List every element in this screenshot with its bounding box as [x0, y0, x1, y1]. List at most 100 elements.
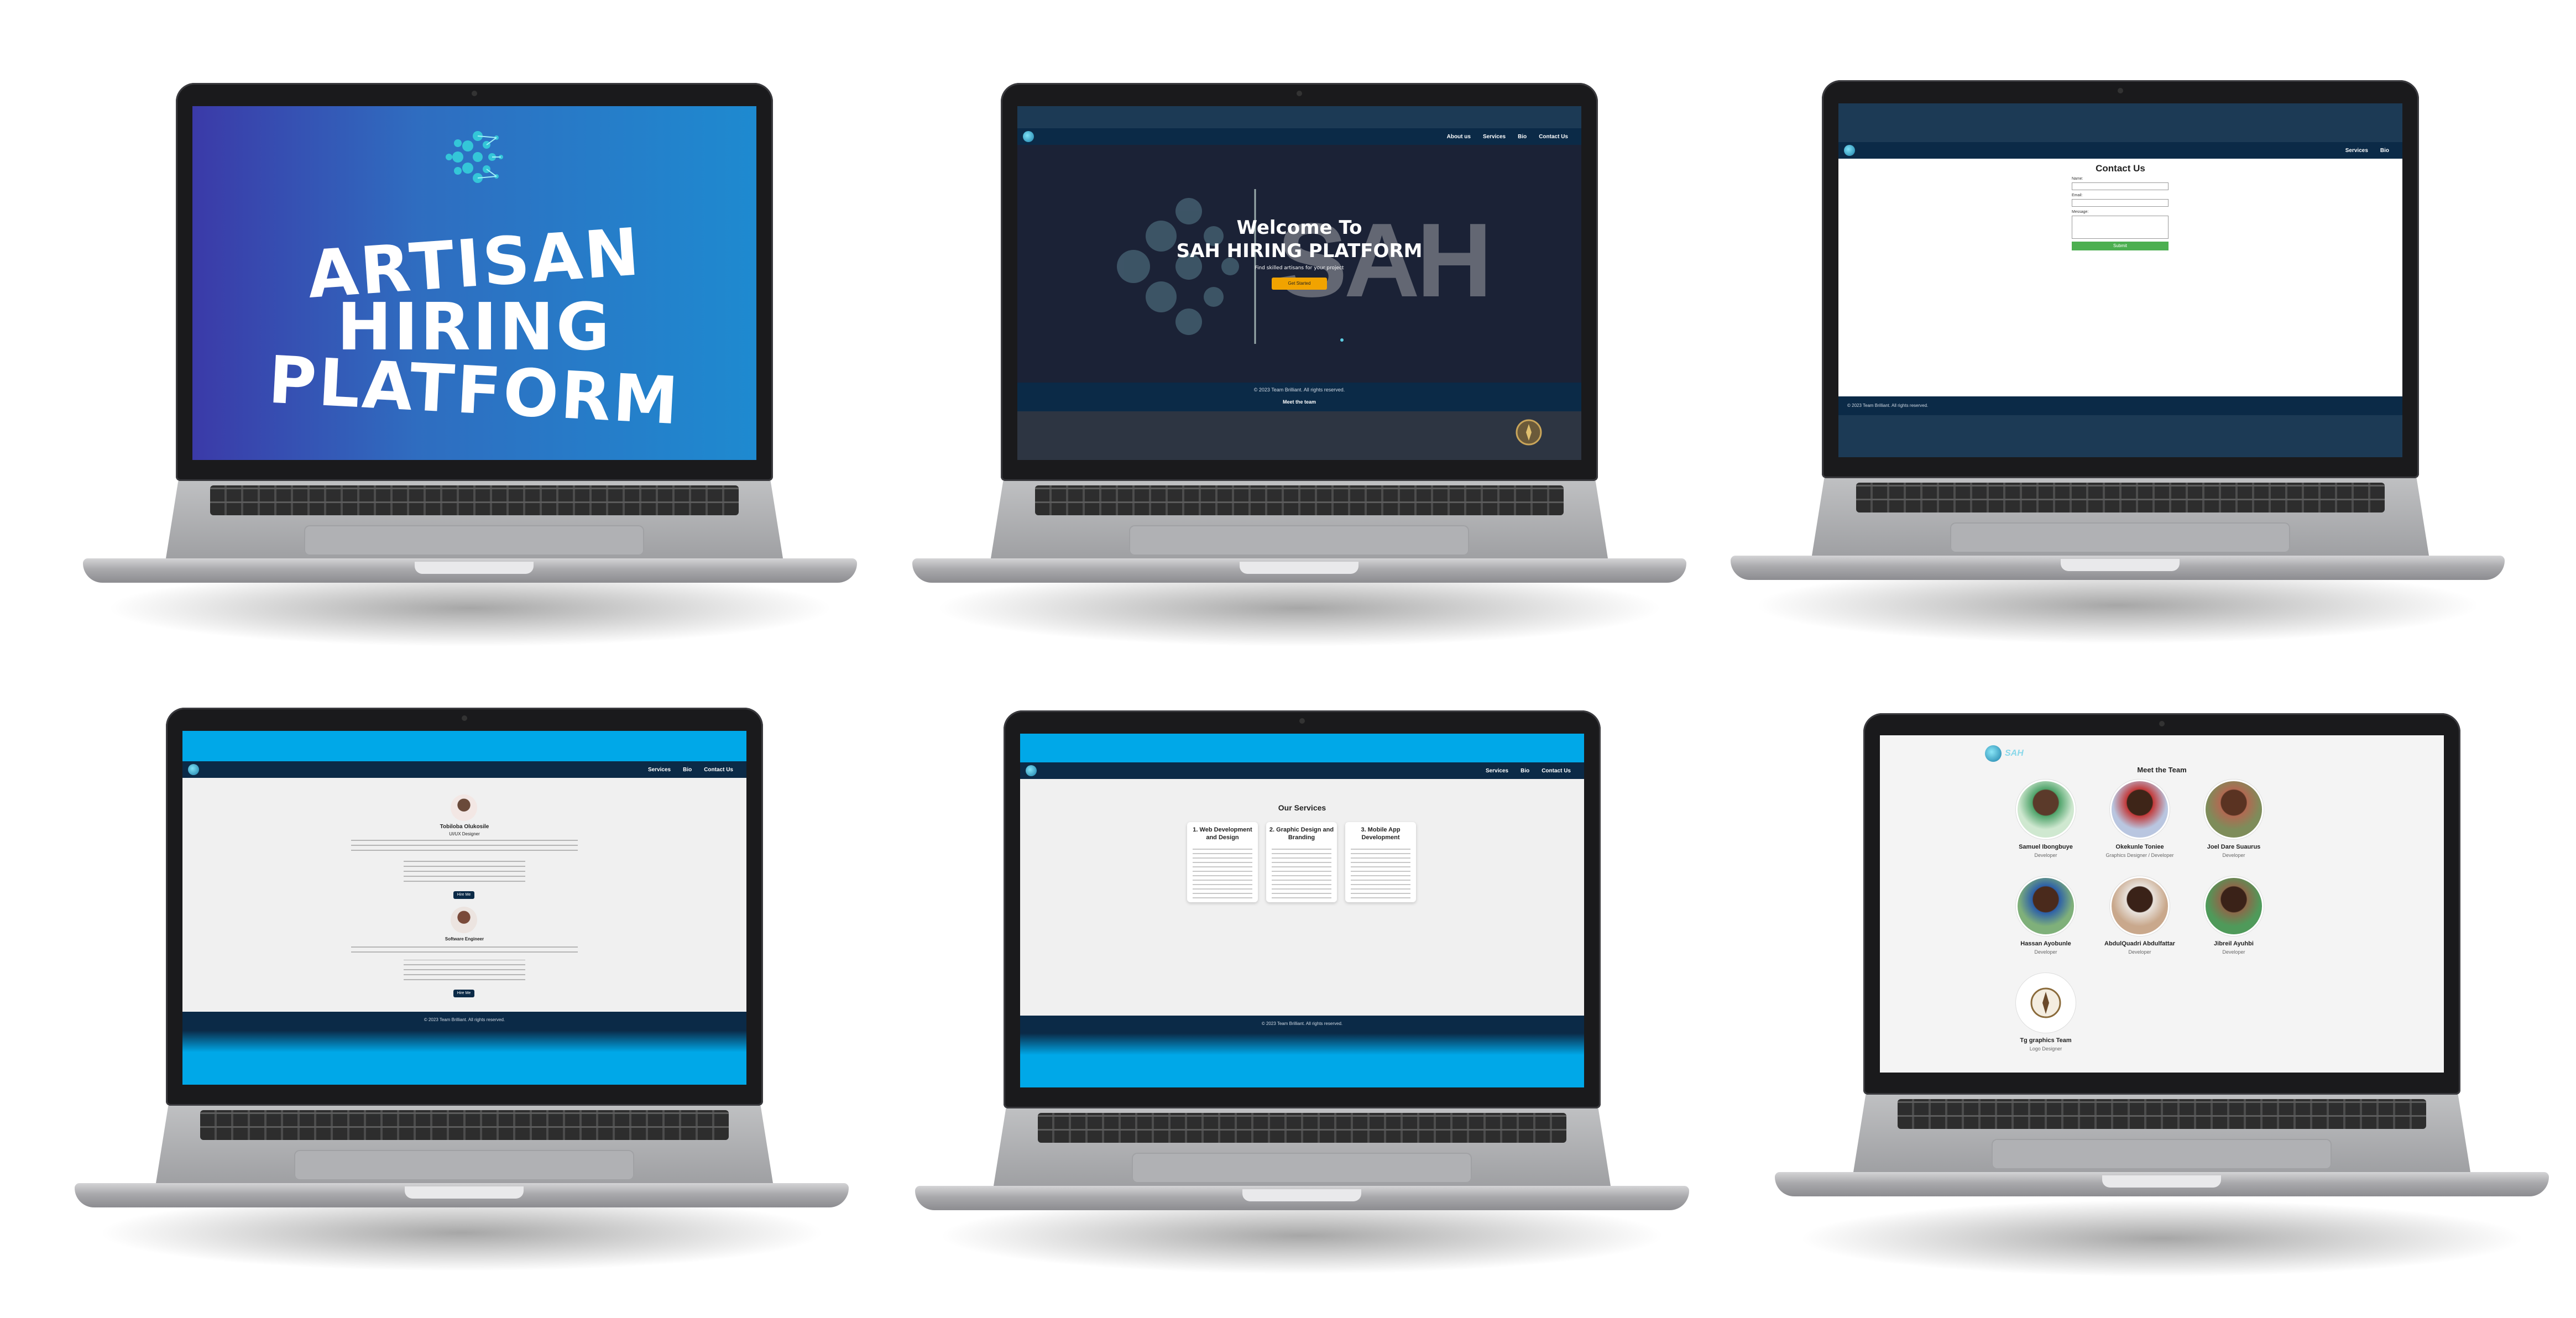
name-field[interactable] [2072, 182, 2169, 190]
email-field[interactable] [2072, 199, 2169, 207]
bottom-band [182, 1031, 746, 1085]
site-footer: © 2023 Team Brilliant. All rights reserv… [1838, 396, 2402, 415]
camera-icon [1297, 91, 1302, 96]
nav-logo-icon[interactable] [1023, 131, 1034, 142]
hero-heading-line-1: Welcome To [1236, 217, 1362, 239]
nav-services[interactable]: Services [1486, 768, 1508, 774]
trackpad [1950, 522, 2290, 553]
keyboard [1856, 483, 2385, 512]
screen-bio: Services Bio Contact Us Tobiloba Olukosi… [182, 731, 746, 1085]
laptop-shadow [1797, 1200, 2527, 1277]
nav-logo-icon[interactable] [188, 764, 199, 775]
avatar [2204, 876, 2264, 936]
nav-contact[interactable]: Contact Us [1539, 134, 1568, 140]
top-strip [1017, 106, 1581, 128]
team-member: Jibreil Ayuhbi Developer [2184, 876, 2284, 955]
keyboard [1035, 485, 1564, 515]
message-label: Message: [2072, 210, 2089, 214]
camera-icon [472, 91, 477, 96]
nav-logo-icon[interactable] [1844, 145, 1855, 156]
hire-button[interactable]: Hire Me [453, 990, 474, 997]
lid-notch [415, 562, 534, 574]
camera-icon [462, 715, 467, 721]
team-member: Samuel Ibongbuye Developer [1996, 780, 2096, 858]
avatar [2204, 780, 2264, 839]
camera-icon [2118, 88, 2123, 93]
nav-contact[interactable]: Contact Us [704, 767, 733, 773]
trackpad [304, 525, 644, 556]
keyboard [1898, 1099, 2426, 1129]
member-role: Graphics Designer / Developer [2105, 852, 2174, 858]
screen-home: About us Services Bio Contact Us SAH Wel… [1017, 106, 1581, 460]
emblem-icon [1516, 419, 1542, 446]
get-started-button[interactable]: Get Started [1272, 278, 1327, 290]
service-title: 2. Graphic Design and Branding [1269, 827, 1334, 841]
email-label: Email: [2072, 193, 2083, 197]
person1-role: UI/UX Designer [449, 831, 480, 836]
camera-icon [2159, 721, 2165, 726]
nav-bio[interactable]: Bio [683, 767, 692, 773]
avatar [2110, 876, 2170, 936]
bottom-area [1017, 411, 1581, 460]
meet-team-link[interactable]: Meet the team [1017, 399, 1581, 405]
slider-dot[interactable] [1340, 338, 1344, 342]
bottom-area [1838, 415, 2402, 457]
top-band [182, 731, 746, 761]
nav-bio[interactable]: Bio [1520, 768, 1529, 774]
site-footer: © 2023 Team Brilliant. All rights reserv… [182, 1012, 746, 1031]
screen-services: Services Bio Contact Us Our Services 1. … [1020, 734, 1584, 1087]
team-heading: Meet the Team [2137, 766, 2187, 774]
keyboard [210, 485, 739, 515]
message-field[interactable] [2072, 216, 2169, 239]
hero-subtitle: Find skilled artisans for your project [1255, 265, 1344, 271]
nav-services[interactable]: Services [648, 767, 671, 773]
nav-contact[interactable]: Contact Us [1542, 768, 1571, 774]
service-title: 3. Mobile App Development [1361, 827, 1401, 841]
bottom-band [1020, 1033, 1584, 1087]
lid-notch [405, 1186, 524, 1199]
member-role: Developer [2034, 852, 2057, 858]
nav-bio[interactable]: Bio [2380, 148, 2389, 154]
main-nav: Services Bio Contact Us [1020, 762, 1584, 779]
member-name: Jibreil Ayuhbi [2214, 940, 2254, 947]
nav-logo-icon[interactable] [1026, 765, 1037, 776]
trackpad [1992, 1139, 2332, 1169]
contact-heading: Contact Us [2096, 163, 2145, 174]
footer-copyright: © 2023 Team Brilliant. All rights reserv… [424, 1017, 505, 1022]
emblem-icon [2030, 987, 2061, 1018]
team-member: Tg graphics Team Logo Designer [1996, 973, 2096, 1052]
member-role: Developer [2222, 949, 2245, 955]
member-name: Tg graphics Team [2020, 1037, 2072, 1044]
network-logo-icon [446, 131, 503, 183]
nav-about[interactable]: About us [1447, 134, 1471, 140]
hire-button[interactable]: Hire Me [453, 891, 474, 899]
member-name: Samuel Ibongbuye [2019, 844, 2073, 850]
nav-bio[interactable]: Bio [1518, 134, 1527, 140]
site-footer: © 2023 Team Brilliant. All rights reserv… [1020, 1016, 1584, 1033]
main-nav: Services Bio Contact Us [182, 761, 746, 778]
sah-logo-icon [1985, 745, 2002, 762]
camera-icon [1299, 718, 1305, 724]
top-band [1020, 734, 1584, 762]
avatar [2110, 780, 2170, 839]
footer-copyright: © 2023 Team Brilliant. All rights reserv… [1253, 387, 1345, 393]
service-description [1193, 846, 1252, 902]
service-description [1351, 846, 1410, 902]
nav-services[interactable]: Services [1483, 134, 1506, 140]
person2-skills-list [404, 960, 525, 984]
avatar [451, 794, 477, 821]
service-card: 2. Graphic Design and Branding [1266, 822, 1337, 902]
nav-services[interactable]: Services [2345, 148, 2368, 154]
team-member: AbdulQuadri Abdulfattar Developer [2090, 876, 2190, 955]
member-role: Developer [2034, 949, 2057, 955]
person2-role: Software Engineer [445, 937, 484, 942]
avatar [2016, 876, 2076, 936]
service-title: 1. Web Development and Design [1193, 827, 1252, 841]
person1-name: Tobiloba Olukosile [440, 824, 489, 830]
submit-button[interactable]: Submit [2072, 242, 2169, 250]
lid-notch [2061, 559, 2180, 571]
site-footer: © 2023 Team Brilliant. All rights reserv… [1017, 383, 1581, 411]
member-role: Developer [2128, 949, 2151, 955]
member-name: Joel Dare Suaurus [2207, 844, 2261, 850]
main-nav: About us Services Bio Contact Us [1017, 128, 1581, 145]
